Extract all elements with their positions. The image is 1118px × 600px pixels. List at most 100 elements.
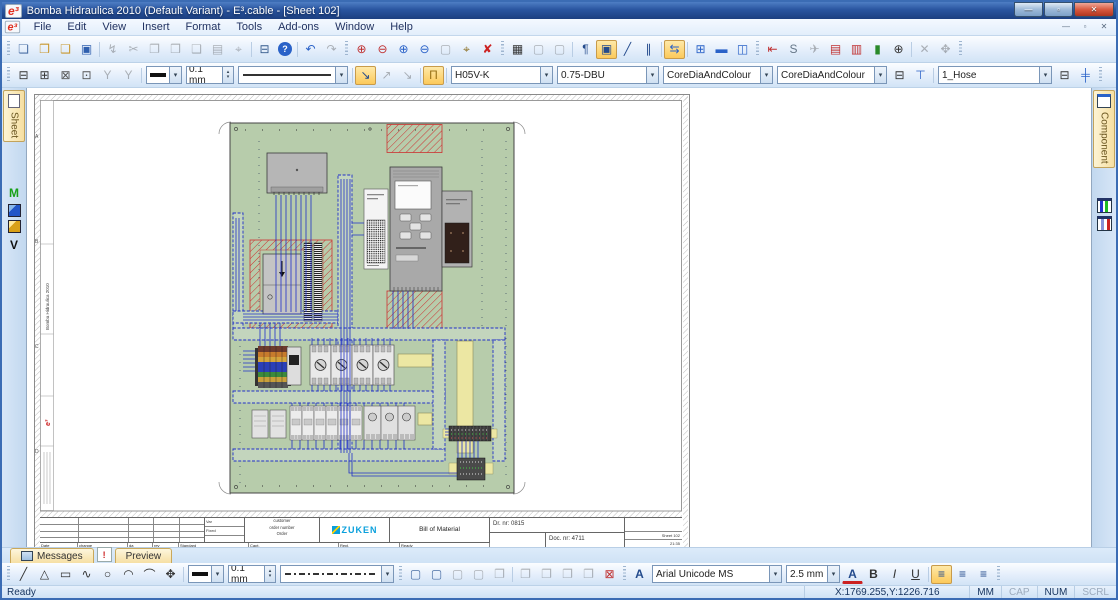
mounting-panel[interactable]	[230, 123, 514, 493]
italic-button[interactable]: I	[884, 565, 905, 584]
zoom-out-button[interactable]: ⊖	[372, 40, 393, 59]
tab-preview[interactable]: Preview	[115, 548, 173, 563]
wire-group-combo[interactable]: H05V-K	[451, 66, 553, 84]
hose-combo[interactable]: 1_Hose	[938, 66, 1052, 84]
underline-button[interactable]: U	[905, 565, 926, 584]
draw-line-style-combo[interactable]	[280, 565, 394, 583]
close-button[interactable]: ✕	[1074, 2, 1114, 17]
title-bar[interactable]: e³ Bomba Hidraulica 2010 (Default Varian…	[2, 2, 1116, 19]
contactor-row[interactable]	[252, 406, 432, 440]
zoom-previous-button[interactable]: ⊖	[414, 40, 435, 59]
delete-button[interactable]: ✘	[477, 40, 498, 59]
draw-arc-button[interactable]: ◠	[118, 565, 139, 584]
v-tool-button[interactable]: V	[4, 236, 24, 253]
menu-view[interactable]: View	[94, 20, 134, 35]
toolbar-grip[interactable]	[756, 41, 759, 57]
toolbar-grip[interactable]	[7, 566, 10, 582]
undo-button[interactable]: ↶	[300, 40, 321, 59]
menu-tools[interactable]: Tools	[228, 20, 270, 35]
component-table-red-button[interactable]	[1097, 216, 1112, 231]
hatch-area-top[interactable]	[387, 125, 442, 153]
toolbar-grip[interactable]	[501, 41, 504, 57]
component-panel-tab[interactable]: Component	[1093, 90, 1115, 168]
menu-format[interactable]: Format	[178, 20, 229, 35]
toolbar-grip[interactable]	[997, 566, 1000, 582]
open-project-button[interactable]: ❑	[55, 40, 76, 59]
sheet-index-button[interactable]: ▤	[825, 40, 846, 59]
help-button[interactable]: ?	[278, 42, 292, 56]
status-toggle-cap[interactable]: CAP	[1001, 586, 1037, 598]
line-style-combo[interactable]	[238, 66, 348, 84]
toolbar-grip[interactable]	[623, 566, 626, 582]
grid-button[interactable]: ▦	[507, 40, 528, 59]
signal-sheet-button[interactable]: S	[783, 40, 804, 59]
m-tool-button[interactable]: M	[4, 184, 24, 201]
menu-insert[interactable]: Insert	[134, 20, 178, 35]
error-badge-icon[interactable]: !	[97, 547, 112, 562]
node-pair-alt-button[interactable]: ⊟	[1054, 66, 1075, 85]
sheet-page[interactable]: Bomba Hidraulica 2010 e³	[34, 94, 690, 547]
font-size-combo[interactable]: 2.5 mm	[786, 565, 840, 583]
toolbar-grip[interactable]	[959, 41, 962, 57]
core-colour-combo[interactable]: CoreDiaAndColour	[777, 66, 887, 84]
new-button[interactable]: ❏	[13, 40, 34, 59]
sheet-panel-tab[interactable]: Sheet	[3, 90, 25, 142]
toolbar-grip[interactable]	[7, 67, 10, 83]
toolbar-grip[interactable]	[1099, 67, 1102, 83]
mdi-close-button[interactable]: ✕	[1096, 20, 1112, 34]
draw-arc3-button[interactable]: ⌒	[139, 565, 160, 584]
wire-draw-button[interactable]: ↘	[355, 66, 376, 85]
draw-line-width-spinner[interactable]: 0.1 mm	[228, 565, 276, 583]
hose-fitting-button[interactable]: ⊤	[910, 66, 931, 85]
wire-type-combo[interactable]: 0.75-DBU	[557, 66, 659, 84]
toolbar-grip[interactable]	[7, 41, 10, 57]
terminal-stack[interactable]	[255, 346, 291, 388]
select-group-button[interactable]: ▢	[405, 565, 426, 584]
blue-cube-button[interactable]	[8, 204, 21, 217]
pin-list-button[interactable]: ▥	[846, 40, 867, 59]
font-combo[interactable]: Arial Unicode MS	[652, 565, 782, 583]
node-alt-button[interactable]: ⊡	[76, 66, 97, 85]
tab-messages[interactable]: Messages	[10, 548, 94, 563]
menu-addons[interactable]: Add-ons	[270, 20, 327, 35]
bold-button[interactable]: B	[863, 565, 884, 584]
connection-button[interactable]: ⊟	[13, 66, 34, 85]
draw-node-button[interactable]: ✥	[160, 565, 181, 584]
zoom-fit-button[interactable]: ⊕	[393, 40, 414, 59]
draw-circle-button[interactable]: ○	[97, 565, 118, 584]
menu-window[interactable]: Window	[327, 20, 382, 35]
columns-button[interactable]: ◫	[732, 40, 753, 59]
font-color-button[interactable]: A	[842, 566, 863, 584]
toolbar-grip[interactable]	[345, 41, 348, 57]
open-button[interactable]: ❒	[34, 40, 55, 59]
mdi-minimize-button[interactable]: —	[1058, 20, 1074, 34]
move-group-button[interactable]: ▢	[426, 565, 447, 584]
delete-graphic-button[interactable]: ⊠	[599, 565, 620, 584]
menu-file[interactable]: File	[26, 20, 60, 35]
restore-button[interactable]: ▫	[1044, 2, 1073, 17]
text-marks-button[interactable]: ¶	[575, 40, 596, 59]
minimize-button[interactable]: —	[1014, 2, 1043, 17]
status-toggle-mm[interactable]: MM	[969, 586, 1001, 598]
aux-unit[interactable]	[287, 347, 301, 385]
double-line-button[interactable]: ∥	[638, 40, 659, 59]
line-width-spinner[interactable]: 0.1 mm	[186, 66, 234, 84]
device-block-button[interactable]: ▮	[867, 40, 888, 59]
pins-button[interactable]: Π	[423, 66, 444, 85]
sheets-button[interactable]: ⊞	[690, 40, 711, 59]
yellow-cube-button[interactable]	[8, 220, 21, 233]
drawing-canvas[interactable]: Bomba Hidraulica 2010 e³	[26, 88, 1092, 547]
node-pair-button[interactable]: ⊟	[889, 66, 910, 85]
menu-edit[interactable]: Edit	[59, 20, 94, 35]
align-center-button[interactable]: ≡	[952, 565, 973, 584]
core-dia-combo[interactable]: CoreDiaAndColour	[663, 66, 773, 84]
goto-sheet-button[interactable]: ⇤	[762, 40, 783, 59]
draw-line-width-swatch[interactable]	[188, 565, 224, 583]
transformer-unit[interactable]	[267, 153, 327, 195]
busbar-button[interactable]: ▬	[711, 40, 732, 59]
hose-button[interactable]: ╪	[1075, 66, 1096, 85]
draw-rectangle-button[interactable]: ▭	[55, 565, 76, 584]
draw-polygon-button[interactable]: △	[34, 565, 55, 584]
status-toggle-scrl[interactable]: SCRL	[1074, 586, 1116, 598]
save-button[interactable]: ▣	[76, 40, 97, 59]
